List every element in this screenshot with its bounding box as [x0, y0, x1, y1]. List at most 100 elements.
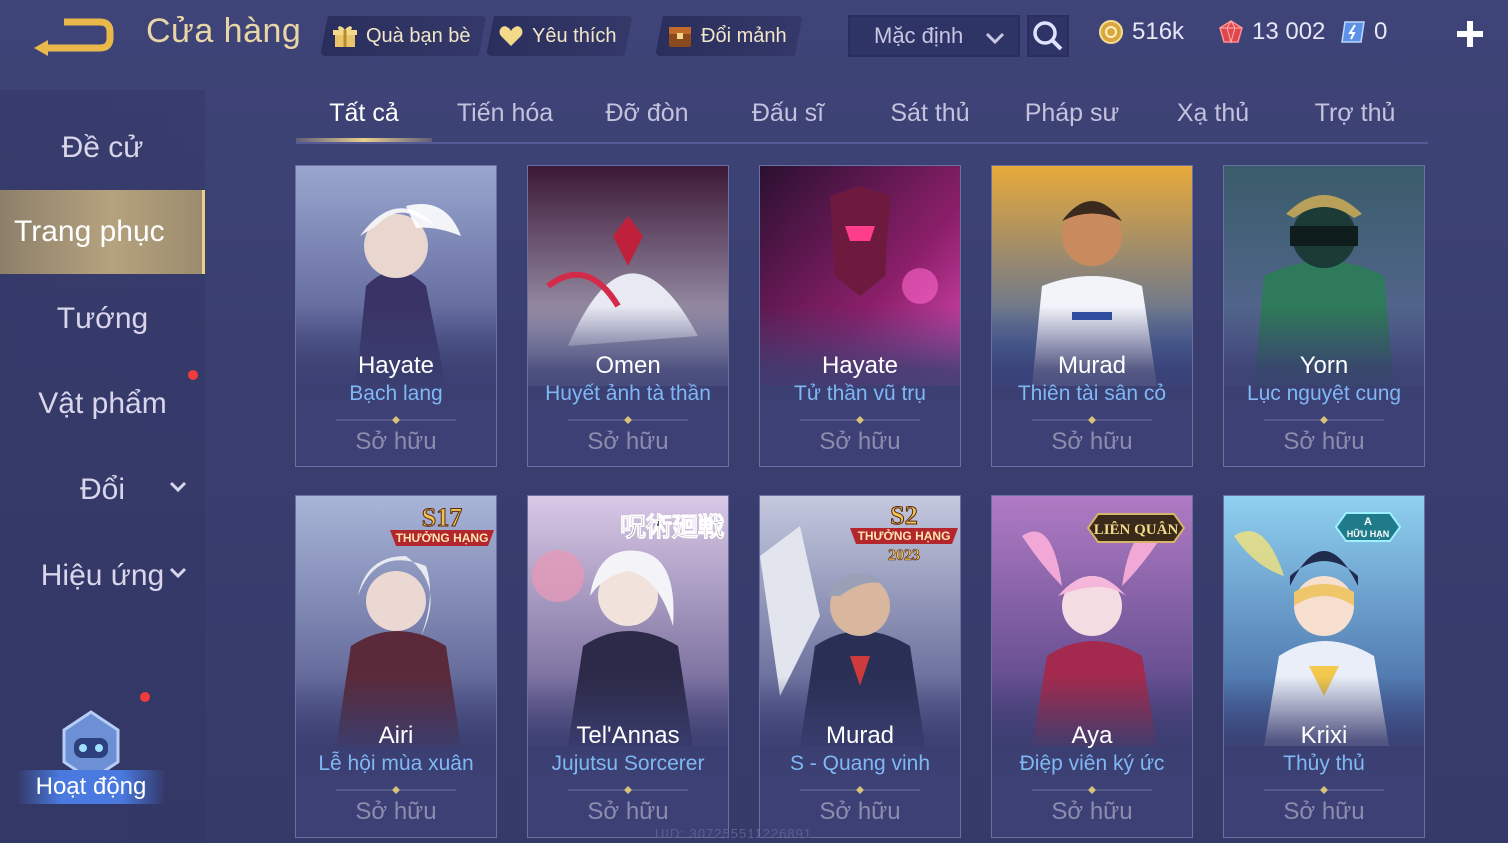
sidebar-item-label: Tướng [56, 302, 149, 335]
skin-name: S - Quang vinh [789, 752, 931, 775]
badge-label: THƯỞNG HẠNG [396, 530, 489, 545]
friend-gift-button[interactable]: Quà bạn bè [320, 16, 487, 56]
hero-name: Murad [1057, 352, 1127, 379]
activity-button[interactable]: Hoạt động [16, 690, 166, 830]
exchange-shards-label: Đổi mảnh [701, 24, 787, 47]
category-tabs: Tất cả Tiến hóa Đỡ đòn Đấu sĩ Sát thủ Ph… [296, 88, 1428, 144]
collab-logo-icon: 呪術廻戦 [620, 513, 725, 544]
tab-fighter[interactable]: Đấu sĩ [720, 88, 856, 140]
sidebar-item-exchange[interactable]: Đổi [0, 448, 205, 532]
badge-logo: LIÊN QUÂN [1094, 521, 1179, 538]
sidebar-item-label: Hiệu ứng [40, 559, 165, 592]
heart-icon [498, 23, 524, 49]
badge-label: THƯỞNG HẠNG [858, 528, 951, 543]
divider-ornament [800, 416, 920, 424]
sidebar-item-heroes[interactable]: Tướng [0, 277, 205, 361]
favorites-label: Yêu thích [532, 24, 617, 47]
chevron-down-icon [169, 567, 187, 579]
search-button[interactable] [1027, 15, 1069, 57]
ruby-balance: 13 002 [1218, 18, 1325, 46]
skin-card[interactable]: Yorn Lục nguyệt cung Sở hữu [1223, 165, 1425, 467]
skin-name: Jujutsu Sorcerer [551, 752, 705, 775]
friend-gift-label: Quà bạn bè [366, 24, 471, 47]
skin-card[interactable]: Hayate Bạch lang Sở hữu [295, 165, 497, 467]
tab-support[interactable]: Trợ thủ [1287, 88, 1423, 140]
chevron-down-icon [985, 32, 1005, 45]
gold-value: 516k [1132, 18, 1185, 45]
owned-status: Sở hữu [819, 798, 901, 825]
badge-collab: 呪術廻戦 [620, 513, 724, 543]
skin-card[interactable]: S2 THƯỞNG HẠNG 2023 Murad S - Quang vinh… [759, 495, 961, 838]
tab-marksman[interactable]: Xạ thủ [1145, 88, 1281, 140]
sidebar-item-items[interactable]: Vật phẩm [0, 362, 205, 446]
chest-icon [667, 23, 693, 49]
divider-ornament [1264, 416, 1384, 424]
sidebar-item-label: Đề cử [61, 131, 144, 164]
favorites-button[interactable]: Yêu thích [486, 16, 633, 56]
skin-card[interactable]: 呪術廻戦 Tel'Annas Jujutsu Sorcerer Sở hữu [527, 495, 729, 838]
owned-status: Sở hữu [1283, 428, 1365, 455]
badge-season: S2 [890, 501, 917, 530]
divider-ornament [336, 416, 456, 424]
skin-card[interactable]: S17 THƯỞNG HẠNG Airi Lễ hội mùa xuân Sở … [295, 495, 497, 838]
divider-ornament [800, 786, 920, 794]
skin-name: Tử thần vũ trụ [794, 382, 926, 405]
skin-card[interactable]: Murad Thiên tài sân cỏ Sở hữu [991, 165, 1193, 467]
badge-year: 2023 [888, 547, 920, 564]
tab-mage[interactable]: Pháp sư [1004, 88, 1140, 140]
skin-name: Lục nguyệt cung [1246, 382, 1402, 405]
rank-reward-badge: S2 THƯỞNG HẠNG 2023 [848, 498, 960, 569]
voucher-balance: 0 [1340, 18, 1387, 46]
skin-name: Huyết ảnh tà thần [545, 382, 711, 405]
badge-grade: A [1364, 516, 1372, 528]
exchange-shards-button[interactable]: Đổi mảnh [655, 16, 803, 56]
skin-name: Bạch lang [349, 382, 443, 405]
owned-status: Sở hữu [1051, 798, 1133, 825]
skin-card[interactable]: A HỮU HẠN Krixi Thủy thủ Sở hữu [1223, 495, 1425, 838]
hero-name: Omen [595, 352, 661, 379]
tab-tank[interactable]: Đỡ đòn [579, 88, 715, 140]
sort-dropdown[interactable]: Mặc định [848, 15, 1020, 57]
collab-badge: LIÊN QUÂN [1084, 510, 1188, 551]
skin-name: Lễ hội mùa xuân [318, 752, 474, 775]
back-arrow-icon [34, 18, 114, 56]
sort-value: Mặc định [874, 23, 964, 48]
voucher-value: 0 [1374, 18, 1388, 45]
add-currency-button[interactable] [1452, 16, 1488, 52]
back-button[interactable] [30, 10, 116, 60]
gold-coin-icon [1099, 20, 1123, 44]
hero-name: Hayate [357, 352, 435, 379]
divider-ornament [568, 416, 688, 424]
notification-dot [188, 370, 198, 380]
tab-all[interactable]: Tất cả [296, 88, 432, 142]
skin-name: Thủy thủ [1283, 752, 1365, 775]
hero-name: Tel'Annas [576, 722, 680, 749]
owned-status: Sở hữu [819, 428, 901, 455]
page-title: Cửa hàng [146, 12, 302, 50]
owned-status: Sở hữu [355, 428, 437, 455]
plus-icon [1457, 21, 1483, 47]
divider-ornament [1032, 786, 1152, 794]
skin-name: Thiên tài sân cỏ [1017, 382, 1167, 405]
sidebar-item-effects[interactable]: Hiệu ứng [0, 534, 205, 618]
tab-evolution[interactable]: Tiến hóa [437, 88, 573, 140]
sidebar-item-recommended[interactable]: Đề cử [0, 106, 205, 190]
skin-card[interactable]: Hayate Tử thần vũ trụ Sở hữu [759, 165, 961, 467]
hero-name: Aya [1071, 722, 1113, 749]
top-bar: Cửa hàng Quà bạn bè Yêu thích Đổi mảnh M… [0, 0, 1508, 72]
ruby-value: 13 002 [1252, 18, 1326, 45]
hero-name: Murad [825, 722, 895, 749]
sidebar-item-skins[interactable]: Trang phục [0, 190, 205, 274]
owned-status: Sở hữu [587, 428, 669, 455]
tab-assassin[interactable]: Sát thủ [862, 88, 998, 140]
badge-season: S17 [422, 503, 462, 532]
skin-card[interactable]: LIÊN QUÂN Aya Điệp viên ký ức Sở hữu [991, 495, 1193, 838]
skin-card[interactable]: Omen Huyết ảnh tà thần Sở hữu [527, 165, 729, 467]
collab-badge: 呪術廻戦 [616, 506, 728, 551]
skin-name: Điệp viên ký ức [1019, 752, 1165, 775]
owned-status: Sở hữu [1283, 798, 1365, 825]
owned-status: Sở hữu [587, 798, 669, 825]
ruby-gem-icon [1219, 19, 1243, 44]
divider-ornament [1032, 416, 1152, 424]
season-badge-icon: S2 THƯỞNG HẠNG 2023 [850, 501, 958, 564]
